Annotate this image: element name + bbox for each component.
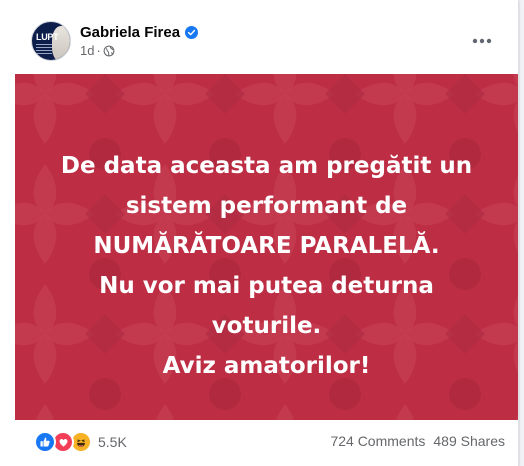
post-header: LUPT Gabriela Firea 1d · <box>0 0 518 72</box>
engagement-bar: 5.5K 724 Comments 489 Shares <box>15 424 505 458</box>
like-icon <box>34 431 56 453</box>
more-options-button[interactable] <box>466 26 498 56</box>
post-text-line-2: sistem performant de <box>125 193 408 219</box>
comments-count-link[interactable]: 724 Comments <box>330 433 425 449</box>
post-text-line-5: voturile. <box>211 313 322 339</box>
post-text-line-1: De data aceasta am pregătit un <box>60 153 473 179</box>
shares-count-link[interactable]: 489 Shares <box>433 433 505 449</box>
more-options-icon <box>472 38 492 44</box>
post-card: LUPT Gabriela Firea 1d · De data aceasta… <box>0 0 519 466</box>
avatar-decoration <box>36 44 52 54</box>
reactions-summary[interactable]: 5.5K <box>34 431 127 453</box>
author-name[interactable]: Gabriela Firea <box>80 24 180 41</box>
verified-badge-icon <box>185 25 199 39</box>
globe-icon[interactable] <box>103 45 115 57</box>
post-text-line-6: Aviz amatorilor! <box>162 353 371 379</box>
post-image[interactable]: De data aceasta am pregătit un sistem pe… <box>15 74 518 420</box>
post-meta: 1d · <box>80 43 115 58</box>
engagement-counts: 724 Comments 489 Shares <box>330 433 505 449</box>
post-text-line-4: Nu vor mai putea deturna <box>99 273 434 299</box>
author-avatar[interactable]: LUPT <box>31 21 71 61</box>
author-row: Gabriela Firea <box>80 22 199 42</box>
reaction-count[interactable]: 5.5K <box>98 434 127 450</box>
post-timestamp[interactable]: 1d <box>80 43 94 58</box>
post-text-line-3: NUMĂRĂTOARE PARALELĂ. <box>93 233 440 259</box>
post-image-text: De data aceasta am pregătit un sistem pe… <box>15 146 518 386</box>
avatar-text: LUPT <box>36 32 59 42</box>
counts-spacer <box>425 433 433 449</box>
meta-separator: · <box>96 43 101 58</box>
